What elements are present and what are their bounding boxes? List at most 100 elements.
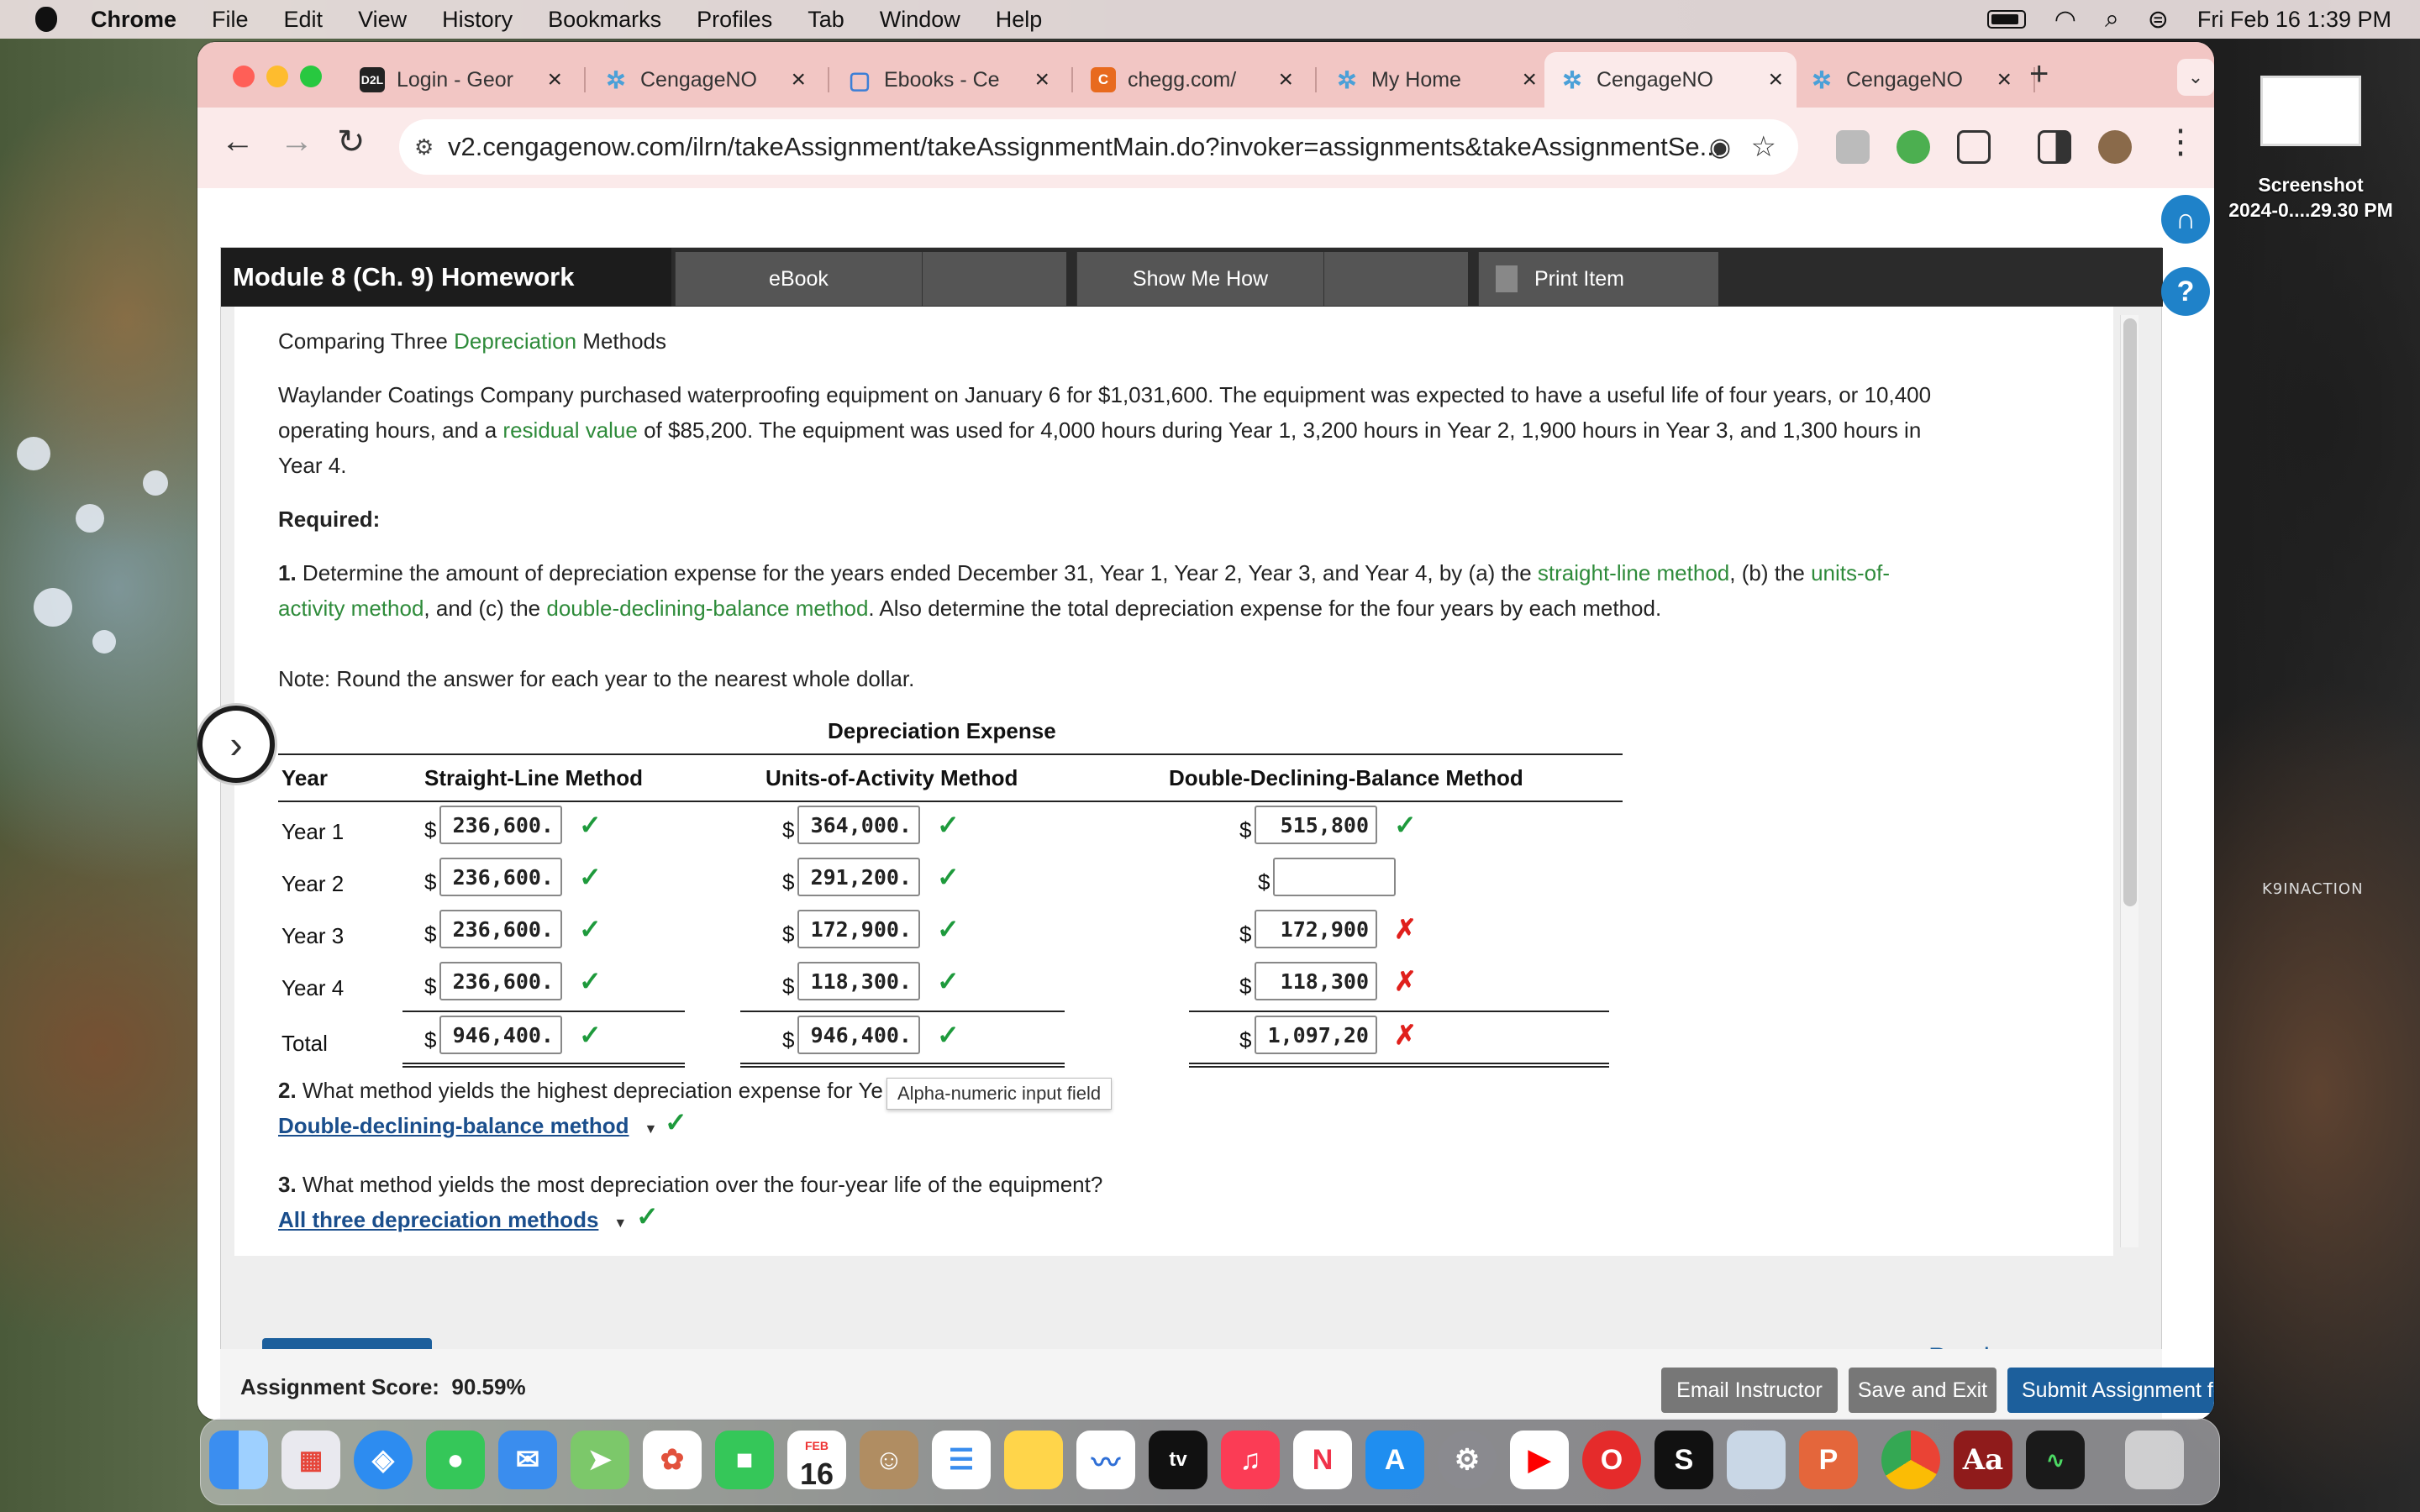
facetime-icon[interactable]: ■ (715, 1431, 774, 1489)
freeform-icon[interactable]: 〰 (1076, 1431, 1135, 1489)
finder-icon[interactable] (209, 1431, 268, 1489)
sl-year-2-input[interactable] (439, 858, 562, 896)
eye-icon[interactable]: ◉ (1709, 133, 1731, 162)
site-info-icon[interactable]: ⚙ (414, 134, 434, 160)
ua-year-2-input[interactable] (797, 858, 920, 896)
email-instructor-button[interactable]: Email Instructor (1661, 1368, 1838, 1413)
tab-search-chevron-down-icon[interactable]: ⌄ (2177, 59, 2214, 96)
tab-cengagenow-active[interactable]: ✲ CengageNO × (1544, 52, 1797, 108)
messages-icon[interactable]: ● (426, 1431, 485, 1489)
menu-view[interactable]: View (358, 7, 407, 33)
close-tab-icon[interactable]: × (1034, 66, 1050, 94)
close-window-button[interactable] (233, 66, 255, 87)
depreciation-link[interactable]: Depreciation (454, 328, 576, 354)
system-settings-icon[interactable]: ⚙ (1438, 1431, 1497, 1489)
ua-year-1-input[interactable] (797, 806, 920, 844)
reminders-icon[interactable]: ☰ (932, 1431, 991, 1489)
youtube-icon[interactable]: ▶ (1510, 1431, 1569, 1489)
profile-avatar[interactable] (2098, 130, 2132, 164)
double-declining-balance-link[interactable]: double-declining-balance method (546, 596, 868, 621)
menubar-clock[interactable]: Fri Feb 16 1:39 PM (2197, 7, 2391, 33)
tab-cengagenow-3[interactable]: ✲ CengageNO × (1794, 52, 2025, 108)
battery-icon[interactable] (1986, 10, 2026, 29)
trash-icon[interactable] (2125, 1431, 2184, 1489)
q3-answer-select[interactable]: All three depreciation methods ▼ (278, 1207, 627, 1233)
ua-year-3-input[interactable] (797, 910, 920, 948)
close-tab-icon[interactable]: × (1996, 66, 2012, 94)
menu-file[interactable]: File (212, 7, 249, 33)
ddb-year-1-input[interactable] (1255, 806, 1377, 844)
notes-icon[interactable] (1004, 1431, 1063, 1489)
residual-value-link[interactable]: residual value (502, 417, 637, 443)
ua-year-4-input[interactable] (797, 962, 920, 1000)
question-help-icon[interactable]: ? (2161, 267, 2210, 316)
sl-year-3-input[interactable] (439, 910, 562, 948)
maps-icon[interactable]: ➤ (571, 1431, 629, 1489)
units-of-activity-link[interactable]: activity method (278, 596, 424, 621)
tab-my-home[interactable]: ✲ My Home × (1319, 52, 1550, 108)
units-of-activity-link[interactable]: units-of- (1811, 560, 1890, 585)
chrome-dock-icon[interactable] (1881, 1431, 1940, 1489)
back-arrow-icon[interactable]: ← (221, 123, 255, 160)
sl-year-4-input[interactable] (439, 962, 562, 1000)
reload-icon[interactable]: ↻ (337, 123, 366, 161)
ua-total-input[interactable] (797, 1016, 920, 1054)
menu-profiles[interactable]: Profiles (697, 7, 772, 33)
tab-chegg[interactable]: C chegg.com/ × (1076, 52, 1307, 108)
control-center-icon[interactable]: ⊜ (2148, 5, 2169, 34)
submit-assignment-button[interactable]: Submit Assignment for Grading (2007, 1368, 2214, 1413)
apple-tv-icon[interactable]: tv (1149, 1431, 1207, 1489)
contacts-icon[interactable]: ☺ (860, 1431, 918, 1489)
headset-help-icon[interactable]: ∩ (2161, 195, 2210, 244)
menu-edit[interactable]: Edit (284, 7, 324, 33)
minimize-window-button[interactable] (266, 66, 288, 87)
wifi-icon[interactable]: ◠ (2054, 5, 2076, 34)
preview-icon[interactable] (1727, 1431, 1786, 1489)
side-panel-icon[interactable] (2038, 130, 2071, 164)
extension-robot-icon[interactable] (1897, 130, 1930, 164)
safari-icon[interactable]: ◈ (354, 1431, 413, 1489)
new-tab-plus-icon[interactable]: + (2029, 55, 2049, 93)
sl-total-input[interactable] (439, 1016, 562, 1054)
close-tab-icon[interactable]: × (1278, 66, 1293, 94)
app-store-icon[interactable]: A (1365, 1431, 1424, 1489)
apple-icon[interactable] (35, 7, 57, 32)
chrome-menu-icon[interactable]: ⋮ (2164, 123, 2197, 161)
news-icon[interactable]: N (1293, 1431, 1352, 1489)
tab-ebooks[interactable]: ▢ Ebooks - Ce × (832, 52, 1063, 108)
bookmark-star-icon[interactable]: ☆ (1751, 130, 1776, 164)
maximize-window-button[interactable] (300, 66, 322, 87)
straight-line-link[interactable]: straight-line method (1538, 560, 1729, 585)
address-bar[interactable]: ⚙ v2.cengagenow.com/ilrn/takeAssignment/… (399, 119, 1798, 175)
extension-icon[interactable] (1836, 130, 1870, 164)
close-tab-icon[interactable]: × (791, 66, 806, 94)
menu-app-name[interactable]: Chrome (91, 7, 176, 33)
close-tab-icon[interactable]: × (547, 66, 562, 94)
forward-arrow-icon[interactable]: → (280, 123, 313, 160)
close-tab-icon[interactable]: × (1768, 66, 1783, 94)
opera-icon[interactable]: O (1582, 1431, 1641, 1489)
menu-bookmarks[interactable]: Bookmarks (548, 7, 661, 33)
screenshot-thumbnail[interactable] (2260, 76, 2361, 146)
activity-monitor-icon[interactable]: ∿ (2026, 1431, 2085, 1489)
screenshot-file-label[interactable]: Screenshot 2024-0....29.30 PM (2210, 172, 2412, 223)
s-app-icon[interactable]: S (1655, 1431, 1713, 1489)
ebook-button[interactable]: eBook (675, 252, 922, 306)
ddb-year-4-input[interactable] (1255, 962, 1377, 1000)
print-item-button[interactable]: Print Item (1478, 252, 1718, 306)
tab-cengagenow-1[interactable]: ✲ CengageNO × (588, 52, 819, 108)
ddb-total-input[interactable] (1255, 1016, 1377, 1054)
show-me-how-button[interactable]: Show Me How (1076, 252, 1323, 306)
menu-tab[interactable]: Tab (808, 7, 844, 33)
powerpoint-icon[interactable]: P (1799, 1431, 1858, 1489)
menu-help[interactable]: Help (996, 7, 1043, 33)
launchpad-icon[interactable]: ▦ (281, 1431, 340, 1489)
menu-window[interactable]: Window (880, 7, 960, 33)
menu-history[interactable]: History (442, 7, 513, 33)
ddb-year-2-input[interactable] (1273, 858, 1396, 896)
mail-icon[interactable]: ✉ (498, 1431, 557, 1489)
content-scrollbar[interactable] (2120, 315, 2139, 1247)
next-question-arrow-icon[interactable]: › (197, 706, 275, 783)
sl-year-1-input[interactable] (439, 806, 562, 844)
save-and-exit-button[interactable]: Save and Exit (1849, 1368, 1996, 1413)
